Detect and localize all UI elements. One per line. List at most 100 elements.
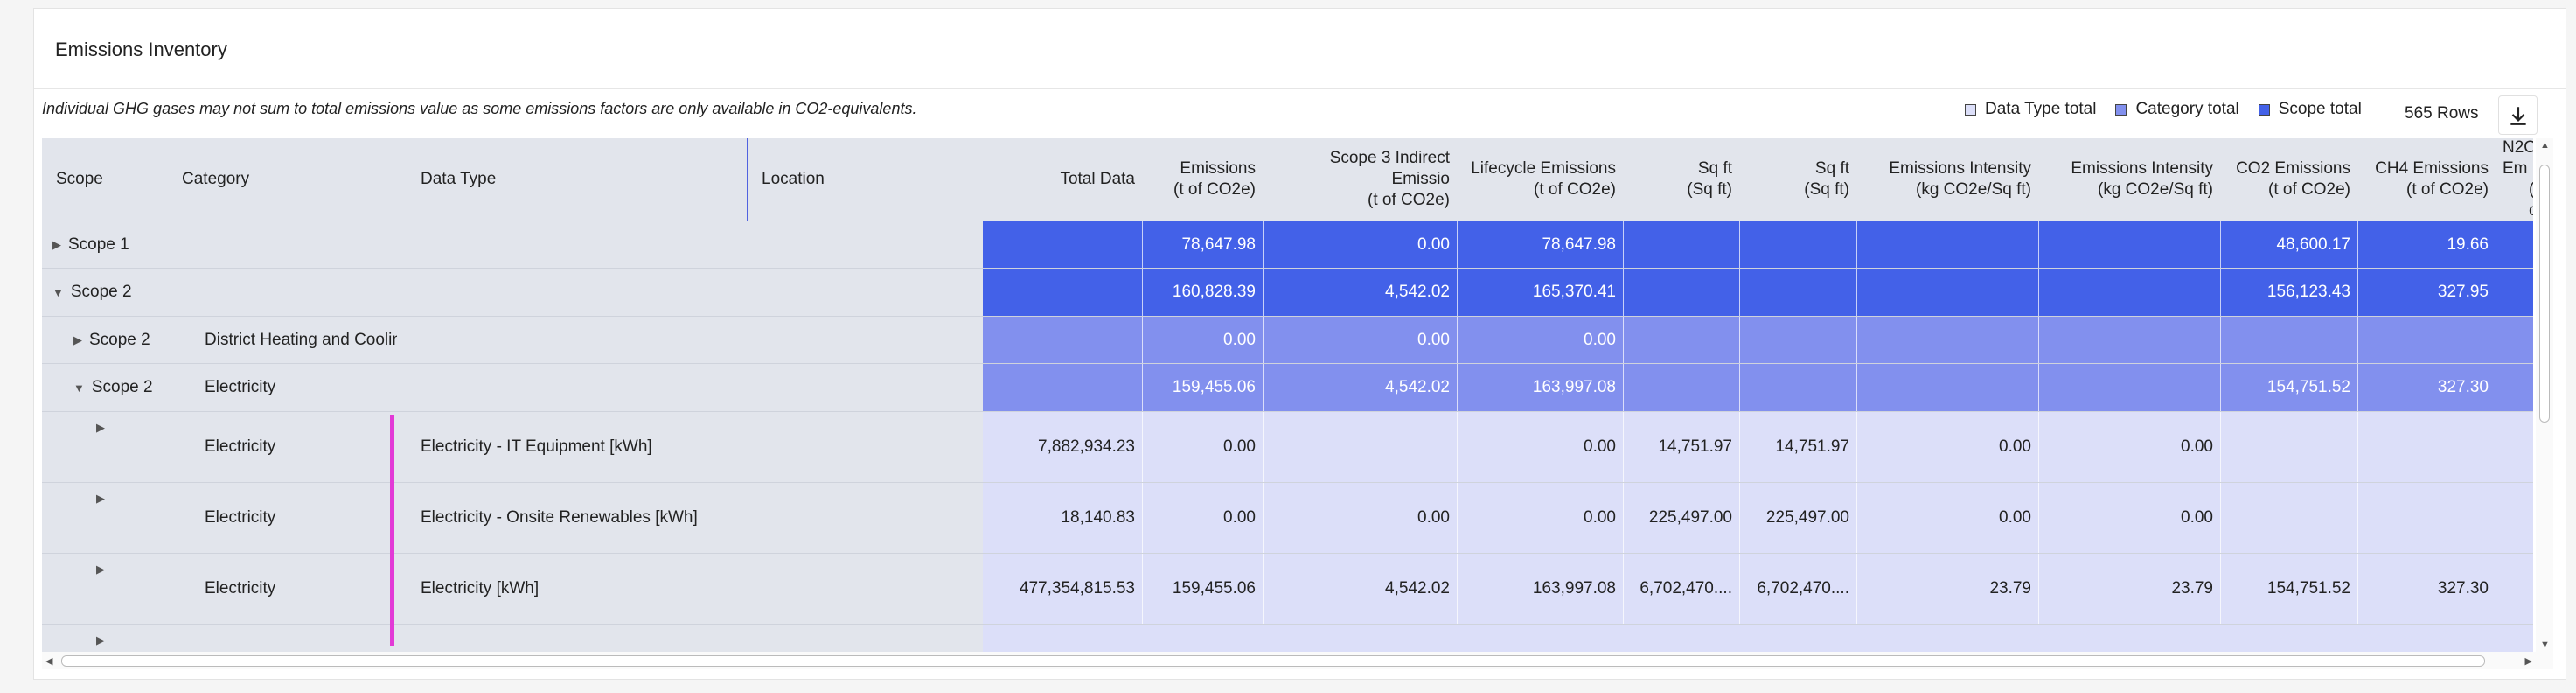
table-row[interactable]: ▶ Electricity Electricity - Onsite Renewab…	[42, 483, 2533, 554]
scroll-right-icon[interactable]: ▶	[2525, 655, 2532, 667]
legend-swatch	[2115, 103, 2127, 116]
column-header-sqft-1[interactable]: Sq ft (Sq ft)	[1623, 138, 1739, 220]
data-type-cell	[414, 221, 746, 268]
value-cell: 48,600.17	[2276, 234, 2350, 254]
value-cell	[2496, 412, 2533, 482]
value-cell: 225,497.00	[1765, 508, 1849, 527]
pinned-column-divider[interactable]	[747, 138, 748, 220]
column-header-co2[interactable]: CO2 Emissions (t of CO2e)	[2220, 138, 2357, 220]
value-cell	[1856, 269, 2038, 316]
value-cell	[983, 269, 1142, 316]
emissions-table: Scope Category Data Type Location Total …	[42, 138, 2533, 652]
legend-item-data-type: Data Type total	[1965, 100, 2096, 119]
legend-label: Data Type total	[1985, 100, 2097, 118]
chevron-right-icon[interactable]: ▶	[96, 563, 105, 577]
legend-label: Category total	[2135, 100, 2239, 118]
value-cell: 0.00	[1417, 508, 1450, 527]
horizontal-scroll-thumb[interactable]	[61, 655, 2485, 667]
value-cell: 6,702,470....	[1640, 579, 1732, 598]
value-cell	[2496, 554, 2533, 624]
legend: Data Type total Category total Scope tot…	[1965, 100, 2362, 119]
value-cell	[1623, 317, 1739, 363]
legend-item-scope: Scope total	[2258, 100, 2362, 119]
value-cell: 0.00	[2181, 508, 2213, 527]
row-values-area	[983, 625, 2533, 652]
value-cell	[2496, 221, 2533, 268]
column-header-ch4[interactable]: CH4 Emissions (t of CO2e)	[2357, 138, 2496, 220]
table-row[interactable]: ▶ Scope 2 District Heating and Cooling 0.00…	[42, 317, 2533, 364]
value-cell	[1739, 317, 1856, 363]
value-cell: 0.00	[1417, 234, 1450, 254]
column-header-scope[interactable]: Scope	[49, 138, 171, 220]
chevron-down-icon[interactable]: ▼	[52, 286, 64, 299]
value-cell	[2496, 317, 2533, 363]
chevron-right-icon[interactable]: ▶	[96, 634, 105, 648]
table-header: Scope Category Data Type Location Total …	[42, 138, 2533, 221]
scope-cell: ▼ Scope 2	[73, 364, 213, 411]
value-cell: 477,354,815.53	[1019, 579, 1135, 598]
value-cell	[1856, 364, 2038, 411]
value-cell: 78,647.98	[1542, 234, 1616, 254]
scroll-down-icon[interactable]: ▼	[2540, 640, 2550, 650]
legend-item-category: Category total	[2115, 100, 2239, 119]
scope-label: Scope 2	[89, 330, 150, 349]
value-cell: 163,997.08	[1532, 378, 1616, 396]
value-cell: 0.00	[1584, 508, 1616, 527]
value-cell	[2357, 483, 2496, 553]
value-cell: 327.30	[2437, 579, 2489, 598]
value-cell	[2038, 364, 2220, 411]
column-header-category[interactable]: Category	[175, 138, 402, 220]
value-cell	[2496, 364, 2533, 411]
table-row[interactable]: ▶ Electricity Electricity [kWh] 477,354,815…	[42, 554, 2533, 625]
value-cell: 0.00	[1417, 330, 1450, 349]
legend-swatch	[1965, 103, 1976, 116]
category-cell	[205, 221, 397, 268]
chevron-right-icon[interactable]: ▶	[96, 492, 105, 506]
table-row[interactable]: ▼ Scope 2 160,828.39 4,542.02 165,370.41 156,…	[42, 269, 2533, 317]
chevron-down-icon[interactable]: ▼	[73, 382, 85, 395]
column-header-sqft-2[interactable]: Sq ft (Sq ft)	[1739, 138, 1856, 220]
chevron-right-icon[interactable]: ▶	[52, 238, 61, 252]
value-cell	[1856, 221, 2038, 268]
data-type-cell: Electricity - Onsite Renewables [kWh]	[421, 508, 698, 527]
data-type-cell: Electricity [kWh]	[421, 579, 540, 598]
value-cell	[983, 364, 1142, 411]
table-row[interactable]: ▶ Electricity Electricity - IT Equipment […	[42, 412, 2533, 483]
emissions-inventory-panel: Emissions Inventory Individual GHG gases…	[33, 8, 2566, 680]
category-cell: Electricity	[205, 579, 276, 598]
scroll-left-icon[interactable]: ◀	[45, 655, 52, 667]
column-header-data-type[interactable]: Data Type	[414, 138, 728, 220]
vertical-scroll-thumb[interactable]	[2539, 164, 2550, 423]
value-cell	[2220, 317, 2357, 363]
vertical-scrollbar[interactable]: ▲ ▼	[2536, 138, 2553, 652]
download-button[interactable]	[2498, 95, 2538, 135]
value-cell: 4,542.02	[1385, 579, 1450, 598]
chevron-right-icon[interactable]: ▶	[96, 421, 105, 435]
download-icon	[2510, 106, 2526, 125]
horizontal-scrollbar[interactable]: ◀ ▶	[42, 652, 2553, 669]
value-cell: 0.00	[1584, 438, 1616, 456]
location-cell	[755, 412, 982, 482]
value-cell: 0.00	[1223, 330, 1256, 349]
chevron-right-icon[interactable]: ▶	[73, 333, 82, 347]
column-header-emissions[interactable]: Emissions (t of CO2e)	[1142, 138, 1263, 220]
table-row[interactable]: ▼ Scope 2 Electricity 159,455.06 4,542.02 163…	[42, 364, 2533, 412]
column-header-intensity-2[interactable]: Emissions Intensity (kg CO2e/Sq ft)	[2038, 138, 2220, 220]
value-cell: 0.00	[1223, 438, 1256, 456]
scroll-up-icon[interactable]: ▲	[2540, 140, 2550, 150]
column-header-scope3-indirect[interactable]: Scope 3 Indirect Emissio (t of CO2e)	[1263, 138, 1457, 220]
column-header-total-data[interactable]: Total Data	[983, 138, 1142, 220]
table-row[interactable]: ▶ Scope 1 78,647.98 0.00 78,647.98 48,600.17 1…	[42, 221, 2533, 269]
location-cell	[755, 317, 982, 363]
disclaimer-note: Individual GHG gases may not sum to tota…	[42, 100, 917, 117]
column-header-lifecycle[interactable]: Lifecycle Emissions (t of CO2e)	[1457, 138, 1623, 220]
column-header-intensity-1[interactable]: Emissions Intensity (kg CO2e/Sq ft)	[1856, 138, 2038, 220]
value-cell: 0.00	[1584, 330, 1616, 349]
value-cell: 0.00	[1999, 508, 2031, 527]
column-header-n2o[interactable]: N2O Em(t of	[2496, 138, 2533, 220]
scope-label: Scope 1	[68, 234, 129, 254]
column-header-location[interactable]: Location	[755, 138, 982, 220]
location-cell	[755, 483, 982, 553]
table-row-partial[interactable]: ▶	[42, 625, 2533, 652]
value-cell: 165,370.41	[1532, 283, 1616, 301]
